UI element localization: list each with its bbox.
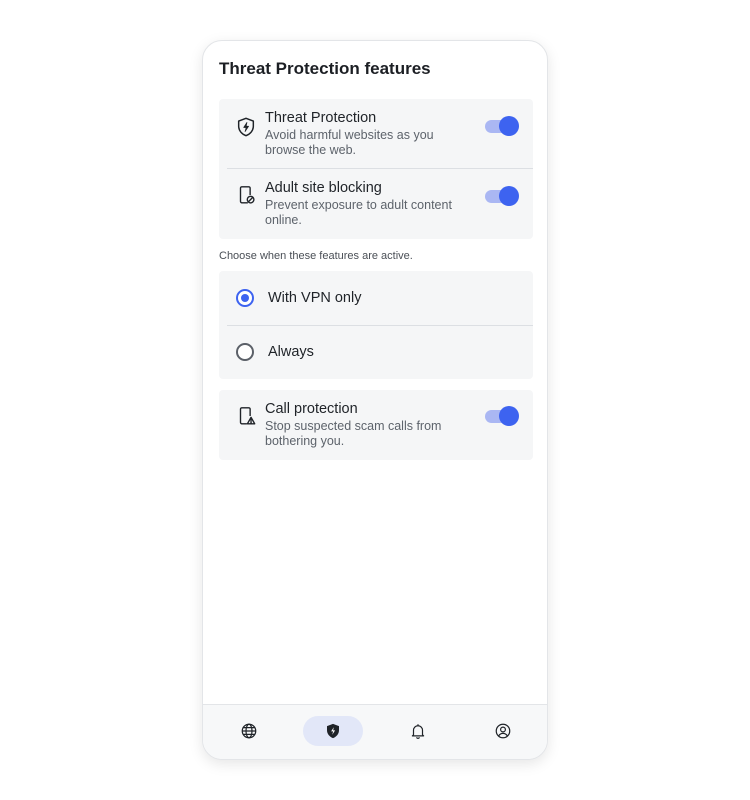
call-protection-description: Stop suspected scam calls from bothering… (265, 419, 442, 448)
always-label: Always (268, 344, 314, 360)
toggle-knob (499, 186, 519, 206)
phone-warning-icon (235, 405, 257, 427)
call-protection-row: Call protection Stop suspected scam call… (219, 390, 533, 460)
threat-protection-toggle[interactable] (485, 116, 519, 136)
mode-option-vpn-only[interactable]: With VPN only (219, 271, 533, 325)
mode-card: With VPN only Always (219, 271, 533, 379)
adult-site-blocking-toggle[interactable] (485, 186, 519, 206)
always-radio[interactable] (236, 343, 254, 361)
toggle-knob (499, 406, 519, 426)
threat-protection-label: Threat Protection (265, 110, 377, 126)
vpn-only-radio[interactable] (236, 289, 254, 307)
shield-bolt-icon (327, 723, 339, 739)
features-card: Threat Protection Avoid harmful websites… (219, 99, 533, 239)
threat-protection-row: Threat Protection Avoid harmful websites… (219, 99, 533, 168)
nav-browse[interactable] (219, 716, 279, 746)
vpn-only-label: With VPN only (268, 290, 362, 306)
nav-protection[interactable] (303, 716, 363, 746)
adult-site-blocking-label: Adult site blocking (265, 180, 382, 196)
call-protection-card: Call protection Stop suspected scam call… (219, 390, 533, 460)
adult-site-blocking-description: Prevent exposure to adult content online… (265, 198, 452, 227)
mode-option-always[interactable]: Always (219, 326, 533, 379)
call-protection-label: Call protection (265, 401, 358, 417)
profile-icon (495, 723, 511, 739)
toggle-knob (499, 116, 519, 136)
adult-site-blocking-row: Adult site blocking Prevent exposure to … (219, 169, 533, 239)
phone-block-icon (235, 184, 257, 206)
nav-account[interactable] (473, 716, 533, 746)
page-title: Threat Protection features (219, 59, 431, 78)
bell-icon (411, 724, 425, 739)
bottom-navigation (203, 704, 547, 759)
mode-hint: Choose when these features are active. (219, 250, 413, 262)
nav-notifications[interactable] (388, 716, 448, 746)
threat-protection-description: Avoid harmful websites as you browse the… (265, 128, 434, 157)
call-protection-toggle[interactable] (485, 406, 519, 426)
globe-icon (241, 723, 257, 739)
phone-screen: Threat Protection features Threat Protec… (202, 40, 548, 760)
shield-bolt-icon (235, 116, 257, 138)
